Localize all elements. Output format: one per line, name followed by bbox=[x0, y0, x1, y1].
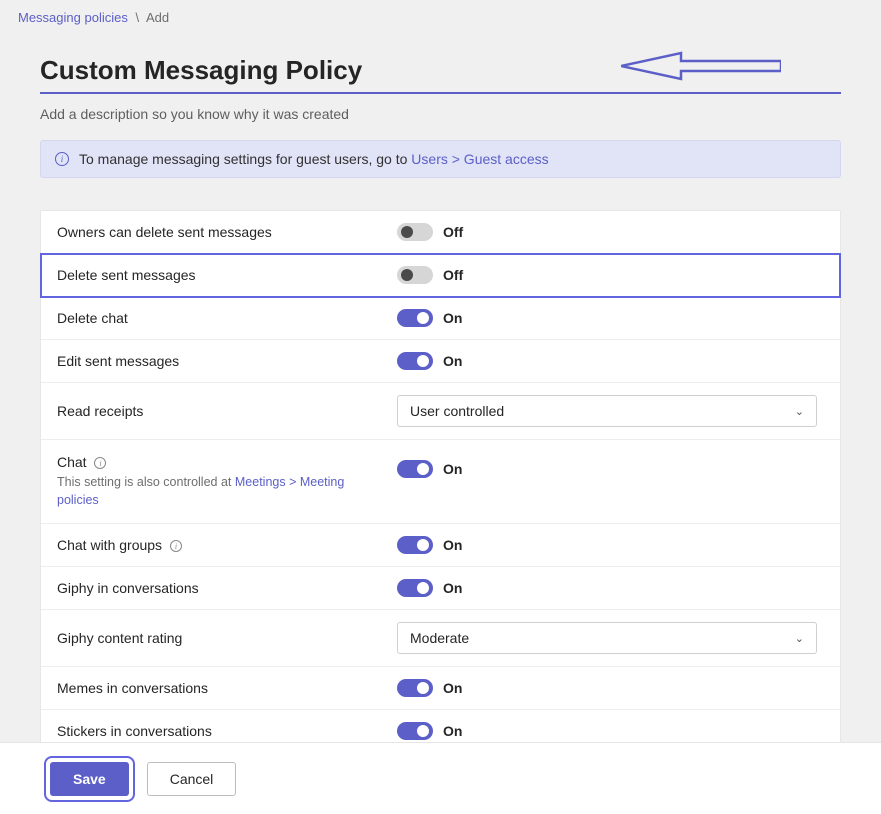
select-read-receipts[interactable]: User controlled ⌄ bbox=[397, 395, 817, 427]
row-chat: Chat i This setting is also controlled a… bbox=[41, 440, 840, 524]
label-chat: Chat bbox=[57, 454, 87, 470]
select-giphy-rating[interactable]: Moderate ⌄ bbox=[397, 622, 817, 654]
toggle-state-memes: On bbox=[443, 680, 462, 696]
label-memes: Memes in conversations bbox=[57, 680, 397, 696]
label-edit-sent: Edit sent messages bbox=[57, 353, 397, 369]
policy-description[interactable]: Add a description so you know why it was… bbox=[40, 94, 841, 140]
save-button-highlight: Save bbox=[50, 762, 129, 796]
info-icon[interactable]: i bbox=[170, 540, 182, 552]
label-giphy-rating: Giphy content rating bbox=[57, 630, 397, 646]
row-delete-sent: Delete sent messages Off bbox=[41, 254, 840, 297]
chevron-down-icon: ⌄ bbox=[795, 405, 804, 418]
breadcrumb: Messaging policies \ Add bbox=[0, 0, 881, 35]
cancel-button[interactable]: Cancel bbox=[147, 762, 237, 796]
toggle-chat-groups[interactable] bbox=[397, 536, 433, 554]
settings-panel: Owners can delete sent messages Off Dele… bbox=[40, 210, 841, 753]
title-area: Custom Messaging Policy bbox=[40, 55, 841, 94]
toggle-memes[interactable] bbox=[397, 679, 433, 697]
info-banner-link[interactable]: Users > Guest access bbox=[411, 151, 548, 167]
toggle-state-chat-groups: On bbox=[443, 537, 462, 553]
toggle-edit-sent[interactable] bbox=[397, 352, 433, 370]
row-delete-chat: Delete chat On bbox=[41, 297, 840, 340]
label-delete-sent: Delete sent messages bbox=[57, 267, 397, 283]
toggle-stickers[interactable] bbox=[397, 722, 433, 740]
toggle-chat[interactable] bbox=[397, 460, 433, 478]
toggle-giphy[interactable] bbox=[397, 579, 433, 597]
save-button[interactable]: Save bbox=[50, 762, 129, 796]
info-banner-text: To manage messaging settings for guest u… bbox=[79, 151, 549, 167]
toggle-state-delete-chat: On bbox=[443, 310, 462, 326]
breadcrumb-separator: \ bbox=[135, 10, 139, 25]
chat-subtext: This setting is also controlled at Meeti… bbox=[57, 474, 357, 509]
breadcrumb-parent[interactable]: Messaging policies bbox=[18, 10, 128, 25]
label-chat-groups: Chat with groups bbox=[57, 537, 162, 553]
row-giphy-rating: Giphy content rating Moderate ⌄ bbox=[41, 610, 840, 667]
row-read-receipts: Read receipts User controlled ⌄ bbox=[41, 383, 840, 440]
select-giphy-rating-value: Moderate bbox=[410, 630, 469, 646]
toggle-delete-chat[interactable] bbox=[397, 309, 433, 327]
info-banner: i To manage messaging settings for guest… bbox=[40, 140, 841, 178]
info-icon: i bbox=[55, 152, 69, 166]
row-giphy: Giphy in conversations On bbox=[41, 567, 840, 610]
label-delete-chat: Delete chat bbox=[57, 310, 397, 326]
row-chat-groups: Chat with groups i On bbox=[41, 524, 840, 567]
toggle-state-giphy: On bbox=[443, 580, 462, 596]
label-read-receipts: Read receipts bbox=[57, 403, 397, 419]
toggle-state-stickers: On bbox=[443, 723, 462, 739]
footer-bar: Save Cancel bbox=[0, 742, 881, 814]
toggle-state-owners-delete: Off bbox=[443, 224, 463, 240]
chevron-down-icon: ⌄ bbox=[795, 632, 804, 645]
row-owners-delete: Owners can delete sent messages Off bbox=[41, 211, 840, 254]
page-title: Custom Messaging Policy bbox=[40, 55, 841, 86]
row-edit-sent: Edit sent messages On bbox=[41, 340, 840, 383]
label-giphy: Giphy in conversations bbox=[57, 580, 397, 596]
select-read-receipts-value: User controlled bbox=[410, 403, 504, 419]
breadcrumb-current: Add bbox=[146, 10, 169, 25]
label-stickers: Stickers in conversations bbox=[57, 723, 397, 739]
label-owners-delete: Owners can delete sent messages bbox=[57, 224, 397, 240]
toggle-delete-sent[interactable] bbox=[397, 266, 433, 284]
info-icon[interactable]: i bbox=[94, 457, 106, 469]
row-memes: Memes in conversations On bbox=[41, 667, 840, 710]
toggle-state-chat: On bbox=[443, 461, 462, 477]
toggle-state-delete-sent: Off bbox=[443, 267, 463, 283]
toggle-state-edit-sent: On bbox=[443, 353, 462, 369]
toggle-owners-delete[interactable] bbox=[397, 223, 433, 241]
